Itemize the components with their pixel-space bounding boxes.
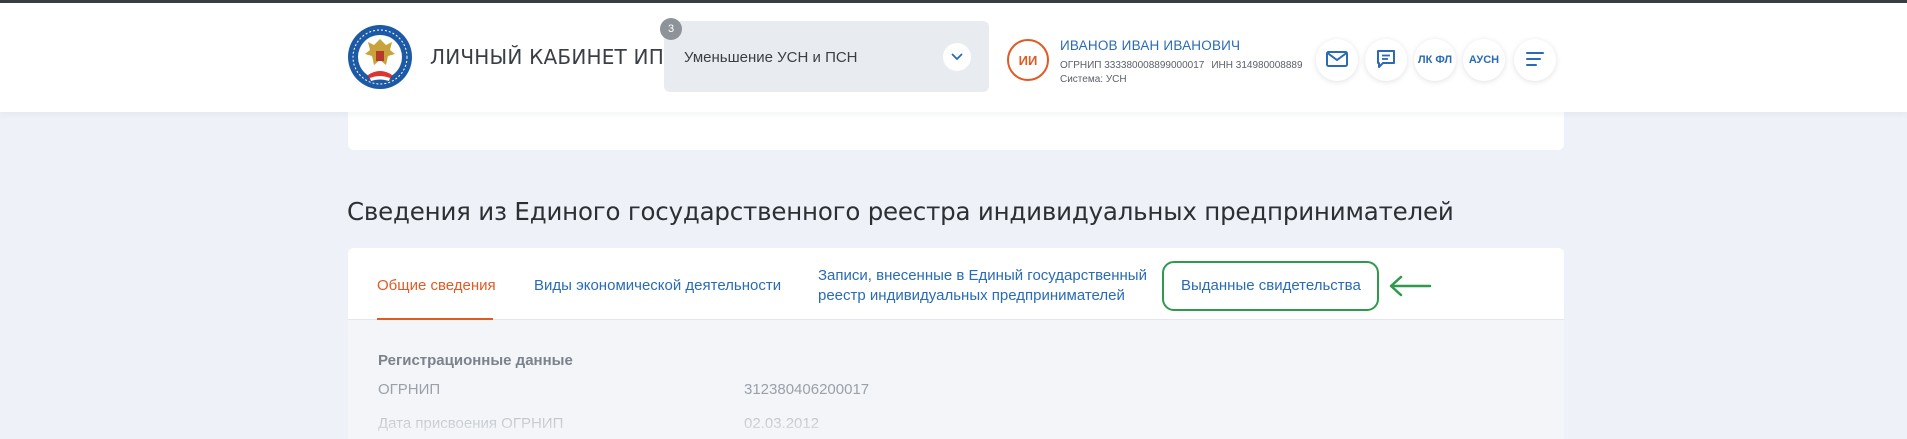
tab-register-records-line2: реестр индивидуальных предпринимателей (818, 287, 1125, 304)
detail-label-ogrnip-date: Дата присвоения ОГРНИП (378, 415, 564, 432)
annotation-arrow-icon (1388, 275, 1432, 302)
user-ogrnip: ОГРНИП 333380008899000017 (1060, 60, 1205, 71)
user-inn: ИНН 314980008889 (1211, 60, 1303, 71)
mail-icon (1326, 50, 1348, 70)
selector-count-badge: 3 (660, 18, 682, 40)
tab-economic-activities[interactable]: Виды экономической деятельности (534, 276, 781, 296)
tab-register-records-line1: Записи, внесенные в Единый государственн… (818, 267, 1147, 284)
tab-register-records[interactable]: Записи, внесенные в Единый государственн… (818, 266, 1147, 306)
selector-value: Уменьшение УСН и ПСН (684, 49, 858, 66)
header: ЛИЧНЫЙ КАБИНЕТ ИП Уменьшение УСН и ПСН 3… (0, 3, 1907, 112)
user-ids: ОГРНИП 333380008899000017 ИНН 31498000888… (1060, 60, 1303, 71)
avatar[interactable]: ИИ (1007, 39, 1049, 81)
brand-title: ЛИЧНЫЙ КАБИНЕТ ИП (430, 45, 664, 69)
detail-label-ogrnip: ОГРНИП (378, 381, 441, 398)
annotation-highlight-box (1162, 261, 1379, 311)
chat-button[interactable] (1365, 39, 1407, 81)
ausn-button[interactable]: АУСН (1463, 39, 1505, 81)
chat-icon (1376, 49, 1396, 72)
chevron-down-icon (943, 43, 971, 71)
menu-button[interactable] (1514, 39, 1556, 81)
menu-icon (1525, 51, 1545, 70)
section-selector-dropdown[interactable]: Уменьшение УСН и ПСН (664, 21, 989, 92)
user-name-link[interactable]: ИВАНОВ ИВАН ИВАНОВИЧ (1060, 38, 1240, 53)
messages-button[interactable] (1316, 39, 1358, 81)
detail-value-ogrnip-date: 02.03.2012 (744, 415, 820, 432)
page-title: Сведения из Единого государственного рее… (347, 197, 1454, 226)
details-heading: Регистрационные данные (378, 352, 573, 369)
tab-general-info[interactable]: Общие сведения (377, 276, 496, 296)
user-tax-system: Система: УСН (1060, 74, 1127, 85)
fns-emblem-logo[interactable] (346, 23, 414, 91)
tab-bar: Общие сведения Виды экономической деятел… (348, 248, 1564, 320)
lk-fl-button[interactable]: ЛК ФЛ (1414, 39, 1456, 81)
detail-value-ogrnip: 312380406200017 (744, 381, 870, 398)
